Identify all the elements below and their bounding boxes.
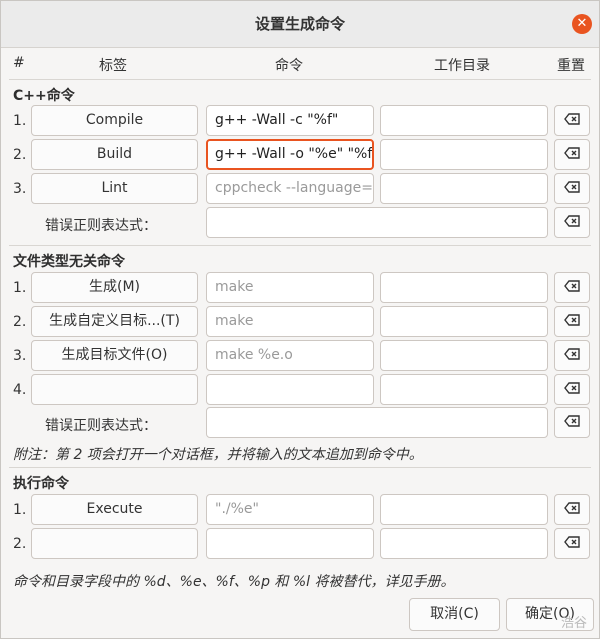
clear-icon: [564, 313, 580, 330]
workdir-field-compile[interactable]: [380, 105, 548, 136]
command-field-make-custom[interactable]: make: [206, 306, 374, 337]
clear-icon: [564, 414, 580, 431]
separator: [9, 467, 591, 468]
build-commands-dialog: 设置生成命令 ✕ # 标签 命令 工作目录 重置 C++命令 1. Compil…: [0, 0, 600, 639]
error-regex-field-cpp[interactable]: [206, 207, 548, 238]
workdir-field-execute-empty[interactable]: [380, 528, 548, 559]
row-number: 3.: [13, 348, 27, 364]
clear-icon: [564, 214, 580, 231]
row-number: 2.: [13, 536, 27, 552]
command-field-execute[interactable]: "./%e": [206, 494, 374, 525]
row-number: 1.: [13, 280, 27, 296]
dialog-title: 设置生成命令: [254, 15, 345, 33]
workdir-field-make[interactable]: [380, 272, 548, 303]
workdir-field-build[interactable]: [380, 139, 548, 170]
separator: [9, 79, 591, 80]
watermark: 浩谷: [561, 616, 588, 631]
title-bar: 设置生成命令 ✕: [1, 1, 599, 48]
label-button-execute[interactable]: Execute: [31, 494, 198, 525]
cancel-button[interactable]: 取消(C): [409, 598, 500, 631]
reset-button[interactable]: [554, 340, 590, 371]
clear-icon: [564, 180, 580, 197]
header-reset: 重置: [557, 58, 585, 74]
error-regex-field-independent[interactable]: [206, 407, 548, 438]
header-workdir: 工作目录: [434, 58, 490, 74]
label-button-lint[interactable]: Lint: [31, 173, 198, 204]
note-text: 附注：第 2 项会打开一个对话框，并将输入的文本追加到命令中。: [13, 447, 423, 463]
header-num: #: [13, 55, 25, 71]
section-title-execute: 执行命令: [13, 476, 69, 492]
workdir-field-make-custom[interactable]: [380, 306, 548, 337]
command-field-make-object[interactable]: make %e.o: [206, 340, 374, 371]
clear-icon: [564, 146, 580, 163]
label-button-build[interactable]: Build: [31, 139, 198, 170]
section-title-independent: 文件类型无关命令: [13, 254, 125, 270]
label-button-compile[interactable]: Compile: [31, 105, 198, 136]
row-number: 2.: [13, 147, 27, 163]
label-button-execute-empty[interactable]: [31, 528, 198, 559]
close-icon[interactable]: ✕: [572, 14, 592, 34]
clear-icon: [564, 381, 580, 398]
workdir-field-lint[interactable]: [380, 173, 548, 204]
command-field-lint[interactable]: cppcheck --language=c: [206, 173, 374, 204]
command-field-compile[interactable]: g++ -Wall -c "%f": [206, 105, 374, 136]
clear-icon: [564, 279, 580, 296]
label-button-make-custom[interactable]: 生成自定义目标...(T): [31, 306, 198, 337]
header-command: 命令: [275, 58, 303, 74]
workdir-field-execute[interactable]: [380, 494, 548, 525]
workdir-field-make-object[interactable]: [380, 340, 548, 371]
reset-button[interactable]: [554, 272, 590, 303]
reset-button[interactable]: [554, 407, 590, 438]
label-button-empty[interactable]: [31, 374, 198, 405]
workdir-field-empty[interactable]: [380, 374, 548, 405]
row-number: 4.: [13, 382, 27, 398]
label-button-make[interactable]: 生成(M): [31, 272, 198, 303]
reset-button[interactable]: [554, 374, 590, 405]
command-field-make[interactable]: make: [206, 272, 374, 303]
row-number: 3.: [13, 181, 27, 197]
reset-button[interactable]: [554, 105, 590, 136]
reset-button[interactable]: [554, 494, 590, 525]
command-field-execute-empty[interactable]: [206, 528, 374, 559]
command-field-build[interactable]: g++ -Wall -o "%e" "%f": [206, 139, 374, 170]
row-number: 1.: [13, 113, 27, 129]
clear-icon: [564, 501, 580, 518]
section-title-cpp: C++命令: [13, 88, 75, 104]
reset-button[interactable]: [554, 528, 590, 559]
separator: [9, 245, 591, 246]
reset-button[interactable]: [554, 306, 590, 337]
error-regex-label: 错误正则表达式：: [45, 418, 157, 434]
label-button-make-object[interactable]: 生成目标文件(O): [31, 340, 198, 371]
footer-note: 命令和目录字段中的 %d、%e、%f、%p 和 %l 将被替代，详见手册。: [13, 574, 455, 590]
error-regex-label: 错误正则表达式：: [45, 218, 157, 234]
clear-icon: [564, 535, 580, 552]
header-label: 标签: [99, 58, 127, 74]
row-number: 1.: [13, 502, 27, 518]
command-field-empty[interactable]: [206, 374, 374, 405]
row-number: 2.: [13, 314, 27, 330]
reset-button[interactable]: [554, 173, 590, 204]
clear-icon: [564, 347, 580, 364]
reset-button[interactable]: [554, 139, 590, 170]
clear-icon: [564, 112, 580, 129]
reset-button[interactable]: [554, 207, 590, 238]
